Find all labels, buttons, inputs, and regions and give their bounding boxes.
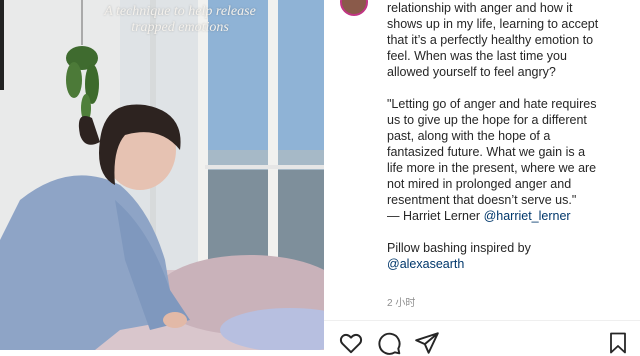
heart-icon[interactable]: [338, 330, 364, 356]
quote-line: fantasized future. What we gain is a: [387, 145, 586, 159]
post-caption: relationship with anger and how it shows…: [387, 0, 632, 272]
caption-line: feel. When was the last time you: [387, 49, 567, 63]
caption-line: allowed yourself to feel angry?: [387, 65, 556, 79]
caption-line: shows up in my life, learning to accept: [387, 17, 599, 31]
overlay-line: A technique to help release: [104, 4, 256, 19]
caption-line: that it’s a perfectly healthy emotion to: [387, 33, 594, 47]
post-timestamp[interactable]: 2 小时: [387, 294, 415, 309]
bookmark-icon[interactable]: [606, 330, 630, 356]
instagram-post: A technique to help release trapped emot…: [0, 0, 640, 355]
video-frame: [0, 0, 324, 350]
attribution: — Harriet Lerner @harriet_lerner: [387, 208, 632, 224]
post-video[interactable]: A technique to help release trapped emot…: [0, 0, 324, 350]
quote-line: us to give up the hope for a different: [387, 113, 587, 127]
quote-line: not mired in prolonged anger and: [387, 177, 572, 191]
paper-plane-icon[interactable]: [414, 330, 440, 356]
divider: [324, 320, 640, 321]
overlay-line: trapped emotions: [131, 20, 229, 35]
quote-line: resentment that doesn’t serve us.": [387, 193, 577, 207]
action-bar: [338, 330, 440, 356]
caption-line: relationship with anger and how it: [387, 1, 573, 15]
video-caption-overlay: A technique to help release trapped emot…: [70, 4, 290, 36]
credit-line: Pillow bashing inspired by: [387, 241, 531, 255]
quote-line: "Letting go of anger and hate requires: [387, 97, 597, 111]
post-sidebar: relationship with anger and how it shows…: [324, 0, 640, 355]
mention-link[interactable]: @alexasearth: [387, 257, 464, 271]
quote-line: life more in the present, where we are: [387, 161, 597, 175]
comment-icon[interactable]: [376, 330, 402, 356]
mention-link[interactable]: @harriet_lerner: [484, 209, 571, 223]
attribution-prefix: — Harriet Lerner: [387, 209, 484, 223]
quote-line: past, along with the hope of a: [387, 129, 551, 143]
avatar[interactable]: [340, 0, 368, 16]
